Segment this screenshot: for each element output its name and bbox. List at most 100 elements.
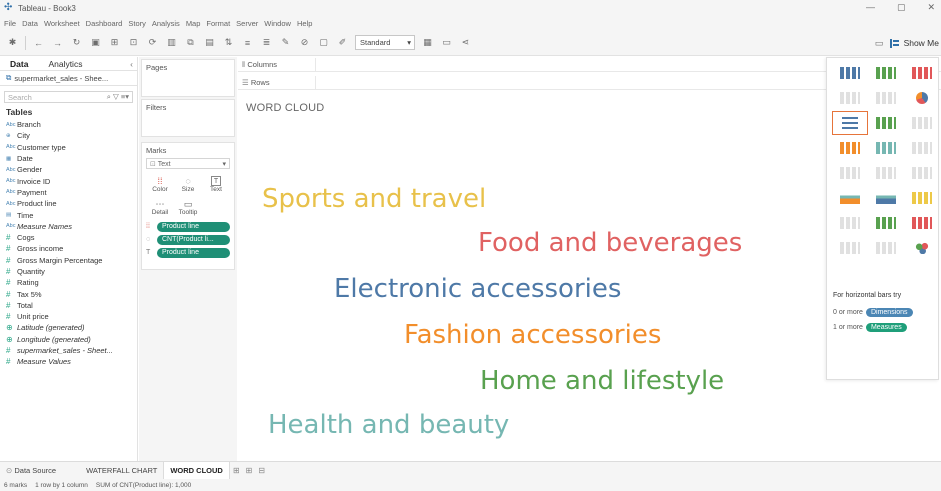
redo-icon[interactable]: →	[51, 36, 64, 49]
word-electronic-accessories[interactable]: Electronic accessories	[334, 276, 621, 302]
side-by-side-bars-option[interactable]	[905, 112, 939, 134]
discrete-area-option[interactable]	[869, 187, 903, 209]
sort-descending-icon[interactable]: ≣	[260, 36, 273, 49]
filters-card[interactable]: Filters	[141, 99, 235, 137]
pages-card[interactable]: Pages	[141, 59, 235, 97]
symbol-map-option[interactable]	[833, 87, 867, 109]
labels-icon[interactable]: ▢	[317, 36, 330, 49]
field-item[interactable]: ⊕ Latitude (generated)	[0, 322, 137, 333]
bullet-graph-option[interactable]	[869, 237, 903, 259]
tooltip-button[interactable]: ▭ Tooltip	[174, 196, 202, 219]
box-and-whisker-option[interactable]	[905, 212, 939, 234]
detail-button[interactable]: ⋯ Detail	[146, 196, 174, 219]
menu-data[interactable]: Data	[22, 19, 38, 28]
field-item[interactable]: # Measure Values	[0, 356, 137, 367]
field-item[interactable]: ▦ Date	[0, 153, 137, 164]
swap-icon[interactable]: ⇅	[222, 36, 235, 49]
field-item[interactable]: # Gross Margin Percentage	[0, 255, 137, 266]
clear-sheet-icon[interactable]: ▤	[203, 36, 216, 49]
field-item[interactable]: # Gross income	[0, 243, 137, 254]
cnt-product-line-size-pill[interactable]: CNT(Product li...	[157, 234, 230, 245]
menu-server[interactable]: Server	[236, 19, 258, 28]
minimize-button[interactable]: —	[866, 2, 875, 13]
new-dashboard-icon[interactable]: ⊞	[243, 466, 256, 475]
duplicate-icon[interactable]: ⧉	[184, 36, 197, 49]
field-item[interactable]: Abc Product line	[0, 198, 137, 209]
close-button[interactable]: ✕	[927, 2, 935, 13]
stacked-bars-option[interactable]	[869, 112, 903, 134]
product-line-color-pill[interactable]: Product line	[157, 221, 230, 232]
color-button[interactable]: ⁞⁞ Color	[146, 173, 174, 196]
sort-ascending-icon[interactable]: ≡	[241, 36, 254, 49]
data-source-tab[interactable]: ⊙ Data Source	[0, 462, 62, 480]
field-item[interactable]: ▤ Time	[0, 209, 137, 220]
field-item[interactable]: # Rating	[0, 277, 137, 288]
word-food-and-beverages[interactable]: Food and beverages	[478, 230, 742, 256]
size-button[interactable]: ◌ Size	[174, 173, 202, 196]
show-me-button[interactable]: ▭ Show Me	[873, 33, 941, 53]
menu-analysis[interactable]: Analysis	[152, 19, 180, 28]
field-item[interactable]: # Cogs	[0, 232, 137, 243]
dual-lines-option[interactable]	[905, 162, 939, 184]
new-worksheet-icon[interactable]: ⊞	[230, 466, 243, 475]
highlight-icon[interactable]: ✎	[279, 36, 292, 49]
search-input[interactable]: Search ⌕ ▽ ≡▾	[4, 91, 133, 103]
new-worksheet-icon[interactable]: ▥	[165, 36, 178, 49]
word-sports-and-travel[interactable]: Sports and travel	[262, 186, 486, 212]
scatter-plot-option[interactable]	[833, 212, 867, 234]
gantt-chart-option[interactable]	[833, 237, 867, 259]
text-button[interactable]: T Text	[202, 173, 230, 196]
circle-views-option[interactable]	[869, 137, 903, 159]
word-fashion-accessories[interactable]: Fashion accessories	[404, 322, 661, 348]
field-item[interactable]: Abc Branch	[0, 119, 137, 130]
heat-map-option[interactable]	[869, 62, 903, 84]
tab-waterfall-chart[interactable]: WATERFALL CHART	[80, 462, 163, 480]
run-update-icon[interactable]: ⟳	[146, 36, 159, 49]
menu-map[interactable]: Map	[186, 19, 201, 28]
menu-worksheet[interactable]: Worksheet	[44, 19, 80, 28]
replay-icon[interactable]: ↻	[70, 36, 83, 49]
side-by-side-circles-option[interactable]	[905, 137, 939, 159]
field-item[interactable]: Abc Gender	[0, 164, 137, 175]
dual-combination-option[interactable]	[905, 187, 939, 209]
horizontal-bars-option[interactable]	[832, 111, 868, 135]
group-icon[interactable]: ⊘	[298, 36, 311, 49]
field-item[interactable]: # Tax 5%	[0, 288, 137, 299]
presentation-icon[interactable]: ▭	[440, 36, 453, 49]
menu-window[interactable]: Window	[264, 19, 291, 28]
tab-analytics[interactable]: Analytics	[38, 57, 92, 71]
share-icon[interactable]: ⋖	[459, 36, 472, 49]
menu-format[interactable]: Format	[206, 19, 230, 28]
menu-story[interactable]: Story	[128, 19, 146, 28]
word-health-and-beauty[interactable]: Health and beauty	[268, 412, 509, 438]
field-item[interactable]: Abc Payment	[0, 187, 137, 198]
search-filter-icons[interactable]: ⌕ ▽ ≡▾	[107, 92, 129, 102]
data-source-item[interactable]: ⧉ supermarket_sales - Shee...	[0, 71, 137, 86]
field-item[interactable]: # Quantity	[0, 266, 137, 277]
continuous-lines-option[interactable]	[833, 162, 867, 184]
show-cards-icon[interactable]: ▦	[421, 36, 434, 49]
field-item[interactable]: # Total	[0, 300, 137, 311]
collapse-pane-icon[interactable]: ‹	[120, 57, 137, 71]
menu-help[interactable]: Help	[297, 19, 312, 28]
field-item[interactable]: ⊕ Longitude (generated)	[0, 334, 137, 345]
pin-icon[interactable]: ✐	[336, 36, 349, 49]
text-table-option[interactable]	[833, 62, 867, 84]
menu-dashboard[interactable]: Dashboard	[86, 19, 123, 28]
maximize-button[interactable]: ▢	[897, 2, 906, 13]
histogram-option[interactable]	[869, 212, 903, 234]
field-item[interactable]: # Unit price	[0, 311, 137, 322]
pause-updates-icon[interactable]: ⊡	[127, 36, 140, 49]
field-item[interactable]: # supermarket_sales - Sheet...	[0, 345, 137, 356]
packed-bubbles-option[interactable]	[905, 237, 939, 259]
view-canvas[interactable]: WORD CLOUD Sports and travel Food and be…	[238, 94, 826, 461]
field-item[interactable]: ⊕ City	[0, 130, 137, 141]
tableau-home-icon[interactable]: ✱	[6, 36, 19, 49]
product-line-text-pill[interactable]: Product line	[157, 247, 230, 258]
undo-icon[interactable]: ←	[32, 36, 45, 49]
field-item[interactable]: Abc Invoice ID	[0, 175, 137, 186]
save-icon[interactable]: ▣	[89, 36, 102, 49]
treemap-option[interactable]	[833, 137, 867, 159]
menu-file[interactable]: File	[4, 19, 16, 28]
field-item[interactable]: Abc Customer type	[0, 142, 137, 153]
